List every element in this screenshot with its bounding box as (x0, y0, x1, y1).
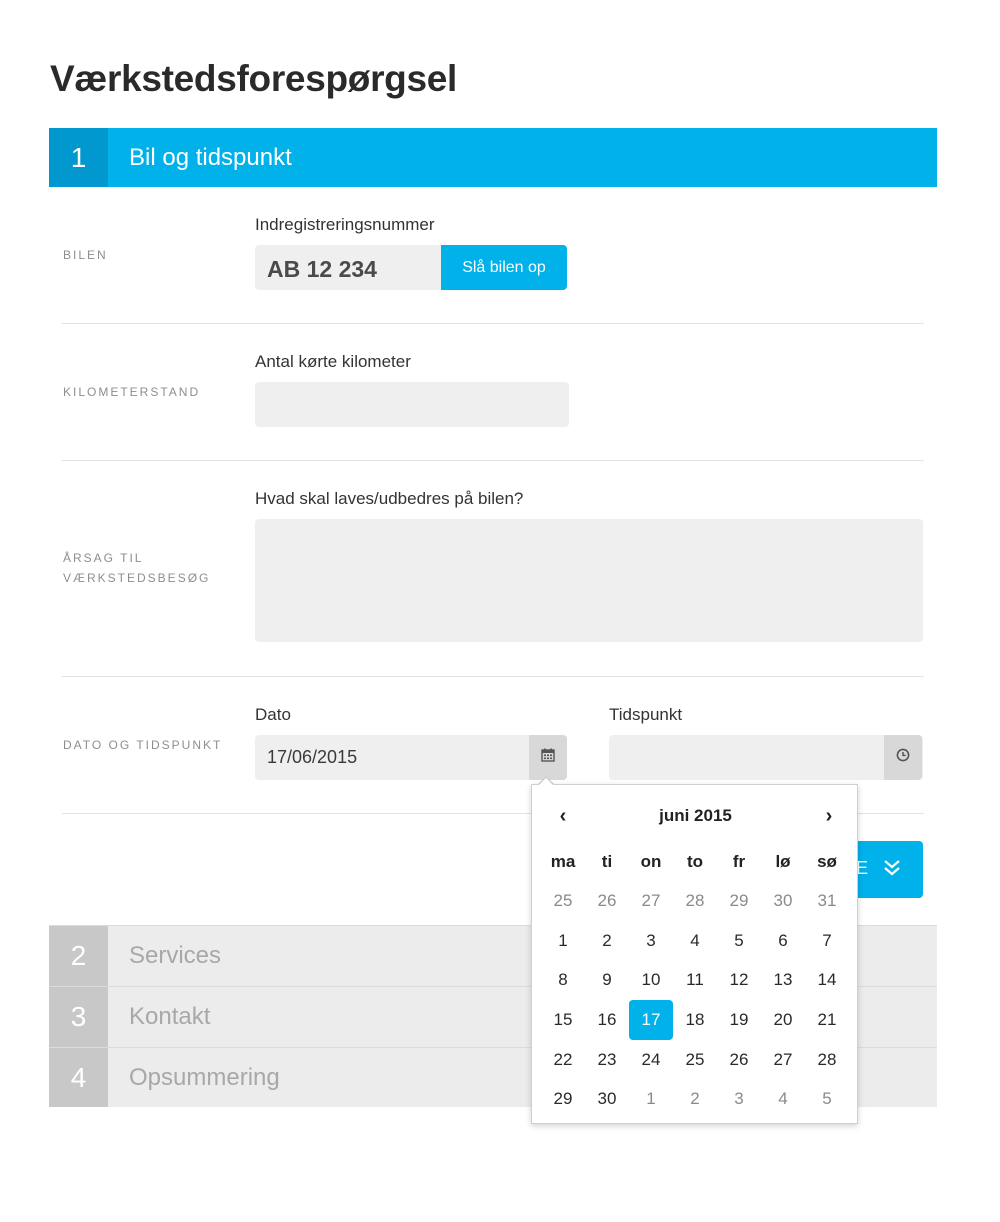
divider (62, 323, 924, 324)
day-cell[interactable]: 2 (673, 1079, 717, 1119)
day-cell[interactable]: 25 (673, 1040, 717, 1080)
day-cell[interactable]: 9 (585, 960, 629, 1000)
weekday-header: ti (601, 852, 613, 871)
step-number: 4 (49, 1048, 108, 1107)
row-label-car: Bilen (63, 248, 108, 262)
day-cell[interactable]: 30 (585, 1079, 629, 1119)
day-cell[interactable]: 24 (629, 1040, 673, 1080)
day-cell[interactable]: 13 (761, 960, 805, 1000)
page-title: Værkstedsforespørgsel (50, 58, 458, 99)
day-cell[interactable]: 20 (761, 1000, 805, 1040)
day-cell[interactable]: 1 (541, 921, 585, 961)
day-cell[interactable]: 8 (541, 960, 585, 1000)
day-cell[interactable]: 29 (541, 1079, 585, 1119)
lookup-car-button[interactable]: Slå bilen op (441, 245, 567, 290)
divider (62, 676, 924, 677)
row-label-reason: Årsag til værkstedsbesøg (63, 548, 210, 588)
day-cell[interactable]: 28 (805, 1040, 849, 1080)
next-month-button[interactable]: › (814, 805, 844, 828)
time-input[interactable] (609, 735, 923, 780)
step-number: 3 (49, 987, 108, 1047)
day-cell[interactable]: 4 (761, 1079, 805, 1119)
weekday-header: fr (732, 852, 746, 871)
step-number: 2 (49, 926, 108, 986)
time-field-label: Tidspunkt (609, 705, 683, 724)
day-cell[interactable]: 28 (673, 881, 717, 921)
day-cell[interactable]: 2 (585, 921, 629, 961)
day-cell[interactable]: 25 (541, 881, 585, 921)
row-label-mileage: Kilometerstand (63, 385, 201, 399)
day-cell[interactable]: 14 (805, 960, 849, 1000)
day-cell[interactable]: 4 (673, 921, 717, 961)
time-picker-button[interactable] (884, 735, 922, 780)
day-cell[interactable]: 3 (717, 1079, 761, 1119)
day-cell[interactable]: 29 (717, 881, 761, 921)
day-cell[interactable]: 30 (761, 881, 805, 921)
double-chevron-down-icon (882, 857, 902, 884)
date-input[interactable]: 17/06/2015 (255, 735, 567, 780)
date-picker-button[interactable] (529, 735, 567, 780)
step-title: Kontakt (129, 1003, 211, 1030)
weekday-header: on (640, 852, 662, 871)
next-step-label: E (856, 858, 871, 878)
day-cell[interactable]: 3 (629, 921, 673, 961)
reason-textarea[interactable] (255, 519, 923, 642)
mileage-input[interactable] (255, 382, 569, 427)
day-cell[interactable]: 11 (673, 960, 717, 1000)
day-cell[interactable]: 16 (585, 1000, 629, 1040)
day-cell[interactable]: 18 (673, 1000, 717, 1040)
reason-field-label: Hvad skal laves/udbedres på bilen? (255, 489, 524, 508)
datepicker-grid: ma ti on to fr lø sø 25 26 27 28 29 30 31 1 2 3 4 5 6 7 8 9 10 1… (541, 843, 849, 1119)
row-label-datetime: Dato og tidspunkt (63, 738, 223, 752)
weekday-header: sø (817, 852, 837, 871)
day-cell[interactable]: 12 (717, 960, 761, 1000)
day-cell[interactable]: 5 (805, 1079, 849, 1119)
day-cell[interactable]: 26 (585, 881, 629, 921)
step-title: Opsummering (129, 1063, 280, 1091)
row-label-reason-line2: værkstedsbesøg (63, 571, 211, 585)
day-cell[interactable]: 19 (717, 1000, 761, 1040)
date-field-label: Dato (255, 705, 291, 724)
datepicker-month-title[interactable]: juni 2015 (532, 806, 859, 826)
step-1-header[interactable]: 1 Bil og tidspunkt (49, 128, 937, 187)
plate-input[interactable]: AB 12 234 (255, 245, 445, 290)
calendar-icon (541, 748, 555, 767)
clock-icon (896, 748, 910, 767)
day-cell[interactable]: 5 (717, 921, 761, 961)
day-cell[interactable]: 26 (717, 1040, 761, 1080)
weekday-header: to (686, 852, 704, 871)
day-cell[interactable]: 15 (541, 1000, 585, 1040)
divider (62, 460, 924, 461)
day-cell[interactable]: 10 (629, 960, 673, 1000)
day-cell[interactable]: 7 (805, 921, 849, 961)
mileage-field-label: Antal kørte kilometer (255, 352, 411, 371)
plate-field-label: Indregistreringsnummer (255, 215, 435, 234)
day-cell[interactable]: 22 (541, 1040, 585, 1080)
day-cell[interactable]: 21 (805, 1000, 849, 1040)
day-cell[interactable]: 6 (761, 921, 805, 961)
weekday-header: ma (550, 852, 576, 871)
day-cell[interactable]: 17 (629, 1000, 673, 1040)
weekday-header: lø (775, 852, 791, 871)
step-number: 1 (49, 128, 108, 187)
datepicker-caret-inner (538, 778, 554, 786)
datepicker: ‹ juni 2015 › ma ti on to fr lø sø 25 26 27 28 29 30… (531, 784, 858, 1124)
step-title: Services (129, 942, 222, 969)
step-title: Bil og tidspunkt (129, 143, 292, 171)
day-cell[interactable]: 27 (629, 881, 673, 921)
day-cell[interactable]: 23 (585, 1040, 629, 1080)
day-cell[interactable]: 31 (805, 881, 849, 921)
row-label-reason-line1: Årsag til (63, 551, 144, 565)
day-cell[interactable]: 1 (629, 1079, 673, 1119)
day-cell[interactable]: 27 (761, 1040, 805, 1080)
